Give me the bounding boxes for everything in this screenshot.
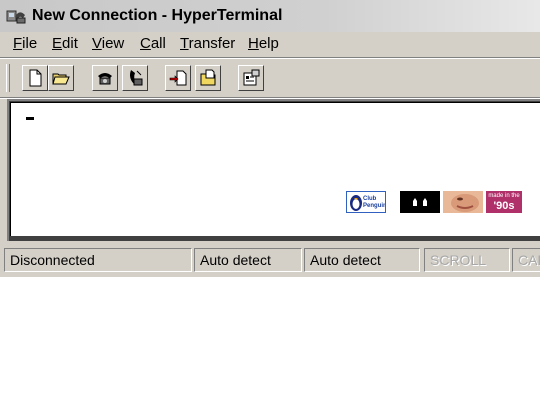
- new-connection-button[interactable]: [22, 65, 48, 91]
- terminal-screen[interactable]: Club Penguin made in the '90s: [10, 102, 540, 236]
- menu-view[interactable]: View: [92, 35, 124, 52]
- toolbar-grip[interactable]: [6, 64, 10, 92]
- caps-indicator: CAPS: [512, 248, 540, 272]
- new-document-icon: [29, 69, 42, 87]
- title-bar[interactable]: New Connection - HyperTerminal: [0, 0, 540, 32]
- menu-help[interactable]: Help: [248, 35, 279, 52]
- hyperterminal-phone-icon: [6, 10, 26, 24]
- toolbar: [0, 58, 540, 98]
- status-bar: Disconnected Auto detect Auto detect SCR…: [0, 247, 540, 275]
- menu-edit[interactable]: Edit: [52, 35, 78, 52]
- connection-status: Disconnected: [4, 248, 192, 272]
- face-photo-icon: [443, 191, 483, 213]
- open-folder-icon: [52, 73, 70, 85]
- phone-icon: [98, 73, 112, 85]
- menu-transfer[interactable]: Transfer: [180, 35, 235, 52]
- window-title: New Connection - HyperTerminal: [32, 7, 283, 24]
- face-badge[interactable]: [443, 191, 483, 213]
- made-in-90s-badge[interactable]: made in the '90s: [486, 191, 522, 213]
- send-file-button[interactable]: [165, 65, 191, 91]
- nineties-text: '90s: [493, 200, 515, 212]
- hangup-phone-icon: [130, 70, 143, 86]
- open-button[interactable]: [48, 65, 74, 91]
- club-penguin-text: Club Penguin: [363, 196, 386, 209]
- menu-bar: File Edit View Call Transfer Help: [0, 32, 540, 56]
- port-settings-status: Auto detect: [304, 248, 420, 272]
- cat-eyes-badge[interactable]: [400, 191, 440, 213]
- receive-file-button[interactable]: [195, 65, 221, 91]
- hyperterminal-window: New Connection - HyperTerminal File Edit…: [0, 0, 540, 277]
- properties-icon: [243, 69, 260, 86]
- menu-file[interactable]: File: [13, 35, 37, 52]
- scroll-indicator: SCROLL: [424, 248, 510, 272]
- text-cursor: [26, 117, 34, 120]
- terminal-emulation-status: Auto detect: [194, 248, 302, 272]
- made-in-text: made in the: [488, 193, 520, 199]
- penguin-icon: [350, 195, 362, 211]
- properties-button[interactable]: [238, 65, 264, 91]
- call-button[interactable]: [92, 65, 118, 91]
- disconnect-button[interactable]: [122, 65, 148, 91]
- receive-file-icon: [200, 69, 216, 86]
- menu-call[interactable]: Call: [140, 35, 166, 52]
- send-file-icon: [169, 70, 187, 86]
- club-penguin-badge[interactable]: Club Penguin: [346, 191, 386, 213]
- cat-eyes-icon: [413, 198, 427, 206]
